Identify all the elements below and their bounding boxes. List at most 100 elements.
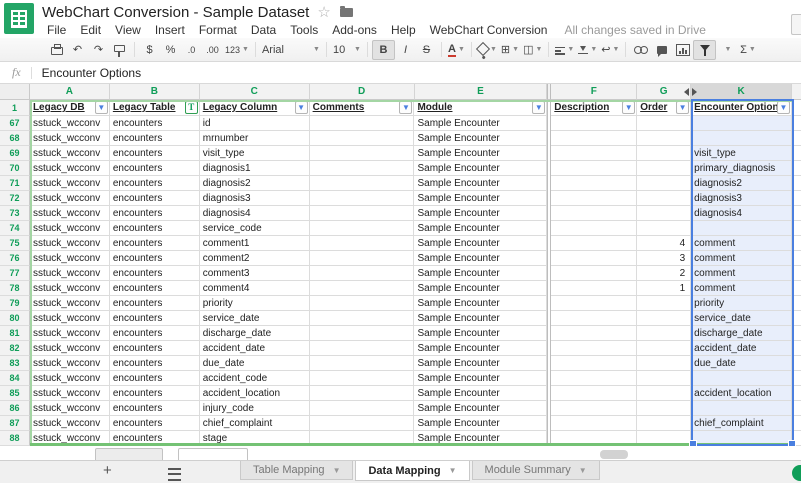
menu-item-file[interactable]: File [40,21,73,39]
row-number[interactable]: 71 [0,176,30,191]
cell[interactable] [637,116,691,131]
row-number[interactable]: 83 [0,356,30,371]
cell[interactable]: accident_location [200,386,310,401]
cell[interactable] [310,191,415,206]
cell[interactable]: encounters [110,341,200,356]
cell[interactable]: 4 [637,236,691,251]
menu-item-add-ons[interactable]: Add-ons [325,21,384,39]
cell[interactable]: sstuck_wcconv [30,341,110,356]
menu-item-view[interactable]: View [108,21,148,39]
cell[interactable]: due_date [200,356,310,371]
cell[interactable] [691,116,792,131]
cell[interactable] [637,221,691,236]
horizontal-align-button[interactable]: ▼ [553,41,576,59]
cell[interactable]: accident_date [691,341,792,356]
cell[interactable]: Sample Encounter [414,131,547,146]
filter-caret-button[interactable]: ▼ [716,41,737,59]
cell[interactable] [551,116,637,131]
hidden-columns-right-icon[interactable] [692,88,697,96]
cell[interactable]: sstuck_wcconv [30,386,110,401]
cell[interactable]: encounters [110,161,200,176]
column-header-B[interactable]: Legacy TableT [110,100,200,116]
cell[interactable]: comment [691,281,792,296]
top-right-partial-button[interactable] [791,14,801,35]
cell[interactable] [551,266,637,281]
cell[interactable]: Sample Encounter [414,386,547,401]
vertical-align-button[interactable]: ▼ [576,41,599,59]
cell[interactable]: Sample Encounter [414,221,547,236]
cell[interactable]: Sample Encounter [414,161,547,176]
row-number[interactable]: 78 [0,281,30,296]
insert-link-button[interactable] [630,41,651,59]
cell[interactable]: 2 [637,266,691,281]
cell[interactable] [310,266,415,281]
cell[interactable]: sstuck_wcconv [30,206,110,221]
cell[interactable]: comment1 [200,236,310,251]
cell[interactable]: comment [691,251,792,266]
cell[interactable] [551,431,637,446]
row-number[interactable]: 72 [0,191,30,206]
cell[interactable] [551,416,637,431]
cell[interactable] [310,206,415,221]
cell[interactable]: sstuck_wcconv [30,131,110,146]
cell[interactable]: comment [691,266,792,281]
cell[interactable] [310,251,415,266]
cell[interactable]: Sample Encounter [414,326,547,341]
sheet-tab-table-mapping[interactable]: Table Mapping▼ [240,461,353,480]
cell[interactable]: sstuck_wcconv [30,416,110,431]
cell[interactable] [637,206,691,221]
cell[interactable]: encounters [110,221,200,236]
cell[interactable] [551,191,637,206]
cell[interactable]: diagnosis3 [200,191,310,206]
row-number[interactable]: 70 [0,161,30,176]
cell[interactable]: priority [200,296,310,311]
cell[interactable]: Sample Encounter [414,296,547,311]
column-letter-D[interactable]: D [310,84,415,100]
cell[interactable] [310,401,415,416]
cell[interactable]: Sample Encounter [414,176,547,191]
sheet-tab-data-mapping[interactable]: Data Mapping▼ [355,461,469,481]
filter-active-icon[interactable]: T [185,101,198,114]
cell[interactable] [551,371,637,386]
decrease-decimals-button[interactable]: .0 [181,41,202,59]
cell[interactable]: Sample Encounter [414,191,547,206]
cell[interactable]: service_code [200,221,310,236]
cell[interactable] [551,221,637,236]
cell[interactable]: encounters [110,191,200,206]
row-number[interactable]: 1 [0,100,30,116]
cell[interactable]: id [200,116,310,131]
cell[interactable]: Sample Encounter [414,341,547,356]
cell[interactable]: comment4 [200,281,310,296]
cell[interactable]: encounters [110,431,200,446]
row-number[interactable]: 67 [0,116,30,131]
sheets-logo-icon[interactable] [4,3,34,34]
column-letter-A[interactable]: A [30,84,110,100]
functions-button[interactable]: Σ▼ [737,41,758,59]
column-header-E[interactable]: Module▼ [414,100,547,116]
add-rows-button-partial[interactable] [95,448,163,460]
bold-button[interactable]: B [372,40,395,60]
percent-format-button[interactable]: % [160,41,181,59]
cell[interactable] [551,251,637,266]
hidden-columns-left-icon[interactable] [684,88,689,96]
cell[interactable]: encounters [110,281,200,296]
cell[interactable]: comment [691,236,792,251]
number-format-button[interactable]: 123▼ [223,41,251,59]
menu-item-tools[interactable]: Tools [283,21,325,39]
column-letter-F[interactable]: F [551,84,637,100]
italic-button[interactable]: I [395,41,416,59]
cell[interactable]: encounters [110,401,200,416]
grid-corner[interactable] [0,84,30,100]
increase-decimals-button[interactable]: .00 [202,41,223,59]
insert-chart-button[interactable] [672,41,693,59]
chevron-down-icon[interactable]: ▼ [449,466,457,475]
add-sheet-button[interactable]: + [103,462,112,479]
all-sheets-menu-button[interactable] [168,468,181,481]
cell[interactable] [691,131,792,146]
cell[interactable] [637,386,691,401]
cell[interactable]: encounters [110,311,200,326]
cell[interactable] [310,236,415,251]
row-number[interactable]: 75 [0,236,30,251]
cell[interactable] [310,146,415,161]
cell[interactable] [310,131,415,146]
